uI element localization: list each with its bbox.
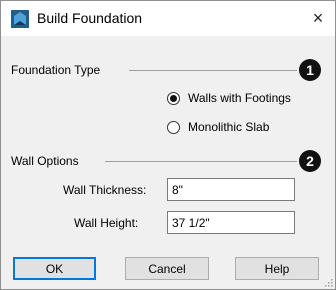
- foundation-type-divider: [129, 70, 297, 71]
- wall-options-divider: [105, 161, 297, 162]
- radio-button-unchecked[interactable]: [167, 120, 180, 134]
- wall-options-label: Wall Options: [11, 154, 83, 168]
- app-icon: [11, 10, 29, 28]
- radio-monolithic-slab[interactable]: Monolithic Slab: [167, 120, 269, 134]
- callout-badge-1: 1: [299, 59, 321, 81]
- callout-badge-2: 2: [299, 150, 321, 172]
- radio-button-checked[interactable]: [167, 91, 180, 105]
- close-icon: ×: [312, 8, 324, 28]
- help-button[interactable]: Help: [235, 257, 319, 280]
- wall-thickness-label: Wall Thickness:: [63, 183, 147, 197]
- wall-height-input[interactable]: [167, 211, 295, 234]
- window-title: Build Foundation: [37, 10, 143, 26]
- close-button[interactable]: ×: [301, 1, 335, 36]
- resize-grip-icon[interactable]: [323, 277, 333, 287]
- wall-height-label: Wall Height:: [74, 216, 139, 230]
- wall-thickness-input[interactable]: [167, 178, 295, 201]
- radio-label: Monolithic Slab: [188, 120, 270, 134]
- title-bar[interactable]: Build Foundation ×: [1, 1, 335, 36]
- build-foundation-dialog: Build Foundation × Foundation Type 1 Wal…: [0, 0, 336, 290]
- cancel-button[interactable]: Cancel: [125, 257, 209, 280]
- foundation-type-label: Foundation Type: [11, 63, 105, 77]
- radio-walls-with-footings[interactable]: Walls with Footings: [167, 91, 291, 105]
- ok-button[interactable]: OK: [13, 257, 96, 280]
- radio-label: Walls with Footings: [188, 91, 291, 105]
